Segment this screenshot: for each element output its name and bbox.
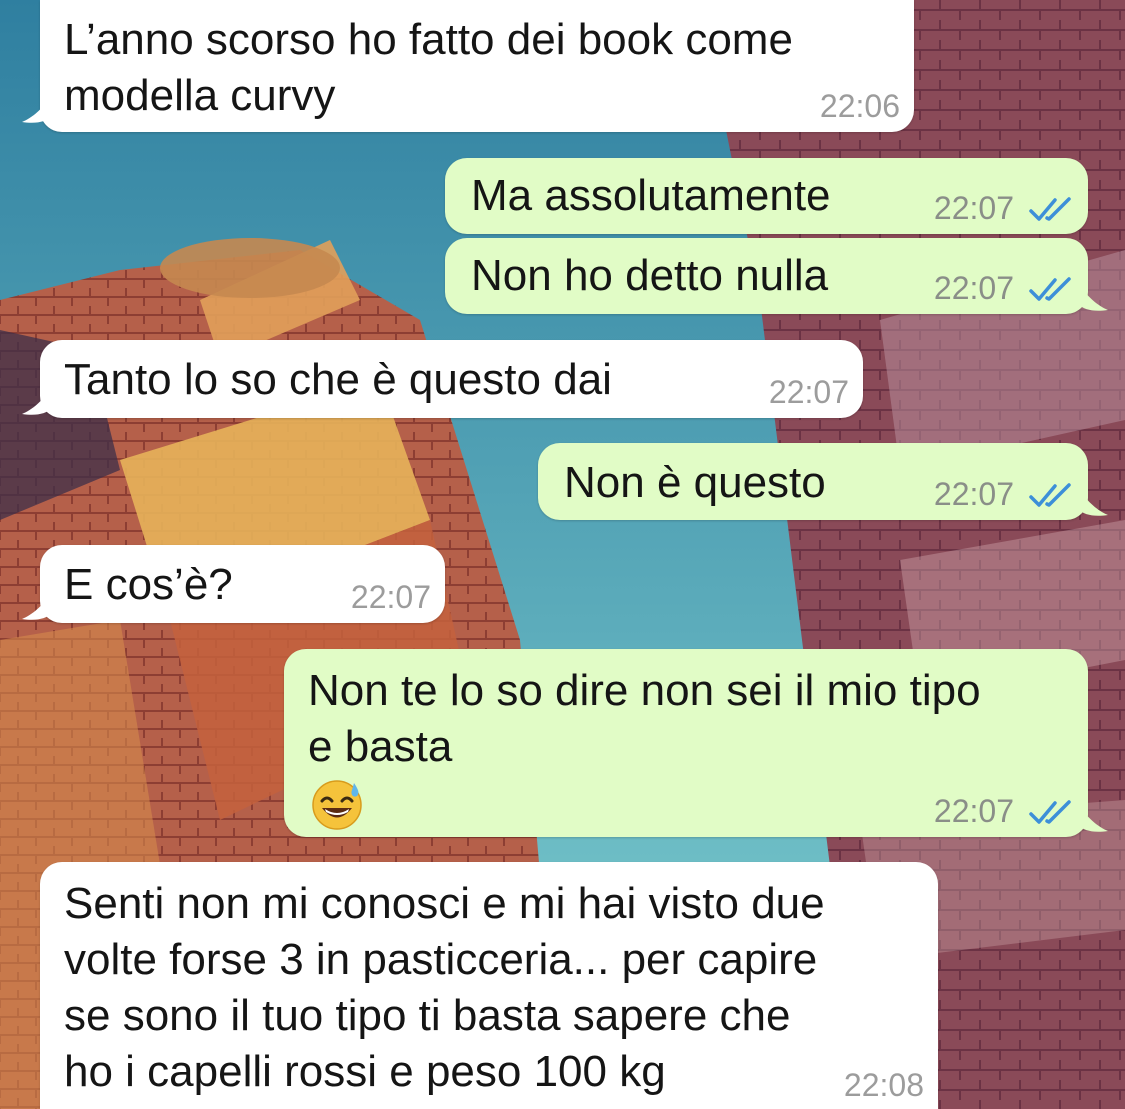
double-check-icon [1029, 197, 1071, 221]
bubble-tail [22, 591, 52, 620]
bubble-tail [22, 94, 52, 123]
message-text: Ma assolutamente [471, 171, 831, 220]
message-time: 22:07 [933, 190, 1014, 226]
message-text: Non è questo [564, 458, 826, 507]
message-text: Non te lo so dire non sei il mio tipo e … [308, 666, 981, 771]
double-check-icon [1029, 800, 1071, 824]
message-bubble-outgoing[interactable]: Ma assolutamente 22:07 [445, 158, 1088, 234]
message-bubble-incoming[interactable]: Tanto lo so che è questo dai 22:07 [22, 340, 863, 418]
message-bubble-outgoing[interactable]: Non te lo so dire non sei il mio tipo e … [284, 649, 1108, 837]
bubble-tail [1078, 487, 1108, 516]
double-check-icon [1029, 483, 1071, 507]
message-text: E cos’è? [64, 560, 233, 609]
message-time: 22:06 [819, 88, 900, 124]
message-time: 22:08 [843, 1067, 924, 1103]
message-bubble-incoming[interactable]: E cos’è? 22:07 [22, 545, 445, 623]
message-time: 22:07 [933, 270, 1014, 306]
double-check-icon [1029, 277, 1071, 301]
message-text: L’anno scorso ho fatto dei book come mod… [64, 15, 793, 120]
message-text: Tanto lo so che è questo dai [64, 355, 612, 404]
message-text: Senti non mi conosci e mi hai visto due … [64, 879, 825, 1096]
message-bubble-incoming[interactable]: Senti non mi conosci e mi hai visto due … [40, 862, 938, 1109]
grinning-sweat-emoji [312, 780, 362, 830]
bubble-tail [1078, 803, 1108, 832]
message-time: 22:07 [933, 476, 1014, 512]
message-text: Non ho detto nulla [471, 251, 829, 300]
message-bubble-outgoing[interactable]: Non è questo 22:07 [538, 443, 1108, 520]
message-bubble-incoming[interactable]: L’anno scorso ho fatto dei book come mod… [22, 0, 914, 132]
message-time: 22:07 [933, 793, 1014, 829]
bubble-tail [1078, 282, 1108, 311]
message-time: 22:07 [350, 579, 431, 615]
message-time: 22:07 [768, 374, 849, 410]
message-bubble-outgoing[interactable]: Non ho detto nulla 22:07 [445, 238, 1108, 314]
bubble-tail [22, 386, 52, 415]
